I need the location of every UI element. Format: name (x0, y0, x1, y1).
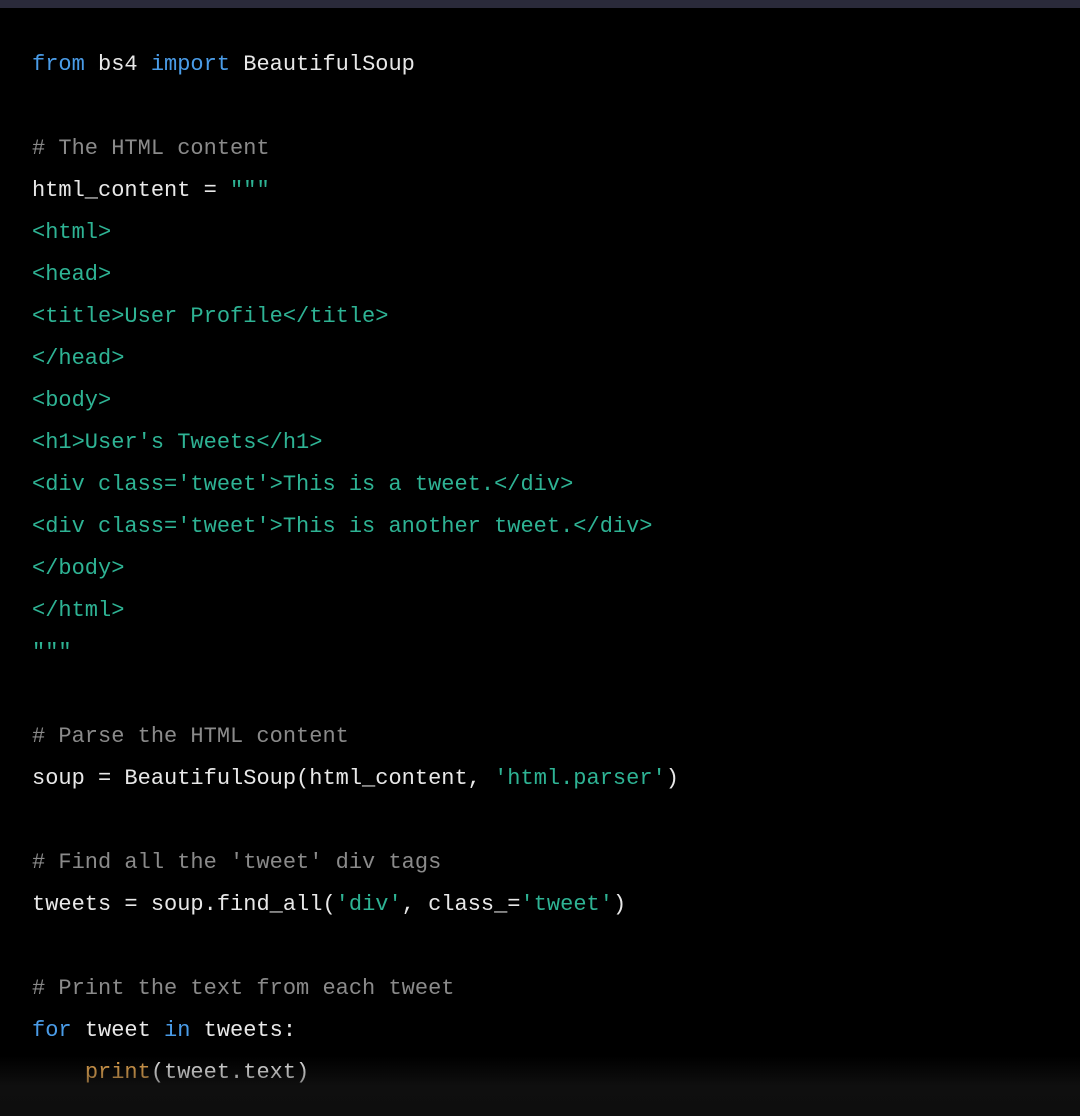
code-line: from bs4 import BeautifulSoup (32, 44, 1048, 86)
code-token: BeautifulSoup(html_content, (124, 766, 494, 791)
code-token: bs4 (98, 52, 151, 77)
code-line: </html> (32, 590, 1048, 632)
code-token (32, 1060, 85, 1085)
code-token: </head> (32, 346, 124, 371)
code-token: tweets: (204, 1018, 296, 1043)
code-token: BeautifulSoup (243, 52, 415, 77)
code-line: <div class='tweet'>This is another tweet… (32, 506, 1048, 548)
code-token: ) (613, 892, 626, 917)
code-line: """ (32, 632, 1048, 674)
code-token: = (98, 766, 124, 791)
window-top-bar (0, 0, 1080, 8)
code-token: tweets (32, 892, 124, 917)
code-line: <title>User Profile</title> (32, 296, 1048, 338)
code-line (32, 800, 1048, 842)
code-token: import (151, 52, 243, 77)
code-line (32, 926, 1048, 968)
code-line: # Find all the 'tweet' div tags (32, 842, 1048, 884)
code-token: for (32, 1018, 85, 1043)
code-line: </body> (32, 548, 1048, 590)
code-token: soup (32, 766, 98, 791)
code-token: </html> (32, 598, 124, 623)
code-token: ) (666, 766, 679, 791)
code-token: """ (32, 640, 72, 665)
code-token: <div class='tweet'>This is another tweet… (32, 514, 653, 539)
code-token: from (32, 52, 98, 77)
code-line: </head> (32, 338, 1048, 380)
code-token: print (85, 1060, 151, 1085)
code-line: for tweet in tweets: (32, 1010, 1048, 1052)
code-token: <div class='tweet'>This is a tweet.</div… (32, 472, 573, 497)
code-line: <html> (32, 212, 1048, 254)
code-line: # The HTML content (32, 128, 1048, 170)
code-token: # The HTML content (32, 136, 270, 161)
code-line: <head> (32, 254, 1048, 296)
code-token: in (164, 1018, 204, 1043)
code-line: <div class='tweet'>This is a tweet.</div… (32, 464, 1048, 506)
code-line: html_content = """ (32, 170, 1048, 212)
code-line (32, 86, 1048, 128)
code-token: = (204, 178, 230, 203)
code-token: # Parse the HTML content (32, 724, 349, 749)
code-token: """ (230, 178, 270, 203)
code-token: <head> (32, 262, 111, 287)
code-token: <title>User Profile</title> (32, 304, 388, 329)
code-line: <h1>User's Tweets</h1> (32, 422, 1048, 464)
code-token: # Print the text from each tweet (32, 976, 454, 1001)
code-token: tweet (85, 1018, 164, 1043)
code-line: # Parse the HTML content (32, 716, 1048, 758)
code-token: = (124, 892, 150, 917)
code-line: print(tweet.text) (32, 1052, 1048, 1094)
code-line: # Print the text from each tweet (32, 968, 1048, 1010)
code-token: soup.find_all( (151, 892, 336, 917)
code-token: <html> (32, 220, 111, 245)
code-block[interactable]: from bs4 import BeautifulSoup # The HTML… (0, 8, 1080, 1094)
code-token: <h1>User's Tweets</h1> (32, 430, 322, 455)
code-line: <body> (32, 380, 1048, 422)
code-line (32, 674, 1048, 716)
code-token: html_content (32, 178, 204, 203)
code-token: 'html.parser' (494, 766, 666, 791)
code-line: soup = BeautifulSoup(html_content, 'html… (32, 758, 1048, 800)
code-token: , class_= (402, 892, 521, 917)
code-line: tweets = soup.find_all('div', class_='tw… (32, 884, 1048, 926)
code-token: 'tweet' (521, 892, 613, 917)
code-token: 'div' (336, 892, 402, 917)
code-token: </body> (32, 556, 124, 581)
code-token: (tweet.text) (151, 1060, 309, 1085)
code-token: <body> (32, 388, 111, 413)
code-token: # Find all the 'tweet' div tags (32, 850, 441, 875)
